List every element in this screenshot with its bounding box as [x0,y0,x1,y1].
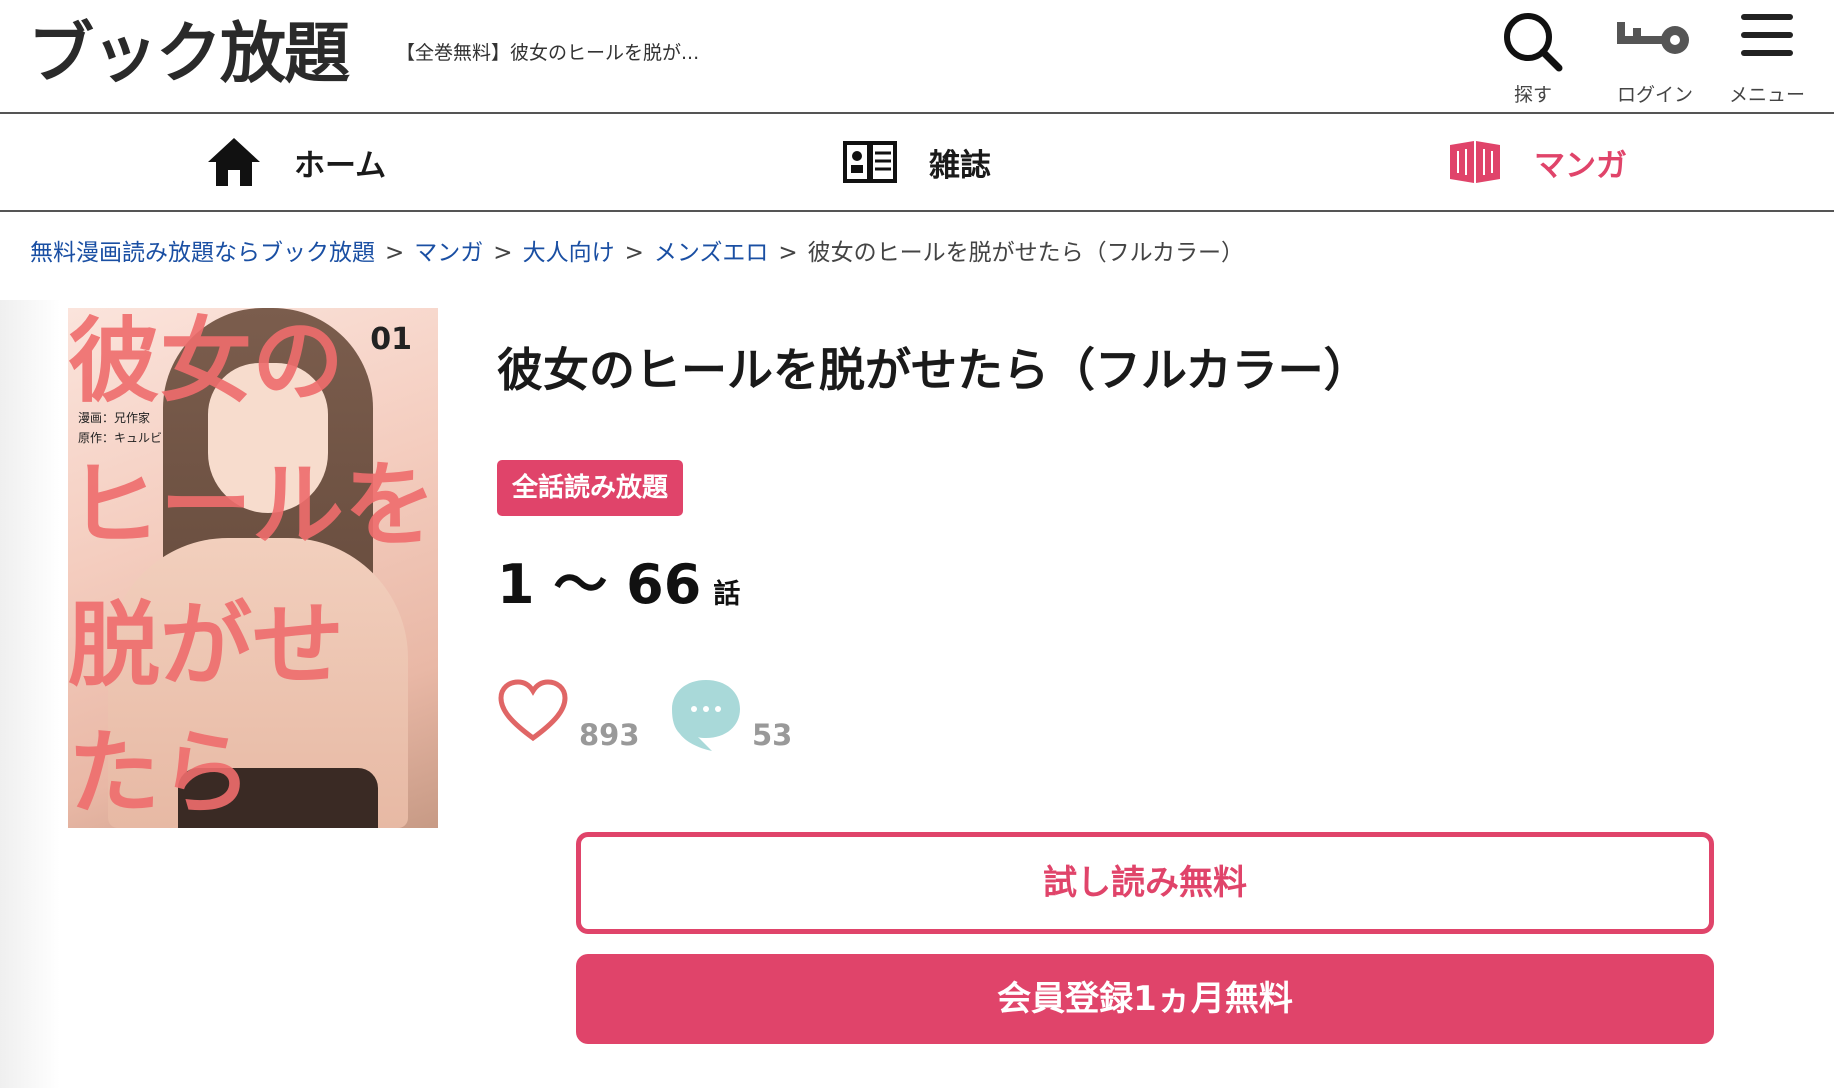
site-header: ブック放題 【全巻無料】彼女のヒールを脱が... 探す ログイン メニュー [0,0,1834,114]
episode-unit: 話 [713,579,741,610]
search-label: 探す [1513,84,1552,106]
login-button[interactable]: ログイン [1600,0,1710,110]
comment-count: 53 [752,718,793,752]
nav-home[interactable]: ホーム [206,114,386,210]
nav-home-label: ホーム [294,147,387,184]
menu-label: メニュー [1728,84,1805,106]
free-trial-button[interactable]: 試し読み無料 [576,832,1714,934]
comment-button[interactable]: 53 [668,676,808,756]
breadcrumb-separator: > [493,240,513,266]
breadcrumb-link-manga[interactable]: マンガ [414,240,483,266]
site-logo[interactable]: ブック放題 [28,14,350,94]
home-icon [208,138,260,186]
breadcrumb-current: 彼女のヒールを脱がせたら（フルカラー） [807,240,1244,266]
comment-bubble-icon [672,680,740,751]
menu-button[interactable]: メニュー [1712,0,1822,110]
cover-title-line: ヒールを [68,452,437,559]
cover-volume-number: 01 [370,322,412,357]
breadcrumb-separator: > [385,240,405,266]
breadcrumb-separator: > [778,240,798,266]
cover-credit-story: 原作：キュルビ [78,431,163,445]
book-title: 彼女のヒールを脱がせたら（フルカラー） [497,343,1370,397]
category-nav: ホーム 雑誌 マンガ [0,114,1834,212]
breadcrumb-separator: > [624,240,644,266]
breadcrumb-link-mens-ero[interactable]: メンズエロ [654,240,769,266]
unlimited-badge: 全話読み放題 [497,460,684,516]
episode-range-value: 1 〜 66 [497,553,702,616]
like-count: 893 [579,718,640,752]
breadcrumb-link-home[interactable]: 無料漫画読み放題ならブック放題 [30,240,375,266]
episode-range: 1 〜 66 話 [497,540,740,619]
signup-button[interactable]: 会員登録1ヵ月無料 [576,954,1714,1044]
manga-icon [1450,141,1500,183]
nav-manga[interactable]: マンガ [1448,114,1627,210]
page-title-truncated: 【全巻無料】彼女のヒールを脱が... [396,42,700,64]
cover-title-line: たら [68,720,253,827]
cover-title-line: 彼女の [68,308,345,415]
search-button[interactable]: 探す [1478,0,1588,110]
nav-magazine-label: 雑誌 [929,147,991,184]
breadcrumb-link-adult[interactable]: 大人向け [523,240,615,266]
login-label: ログイン [1616,84,1693,106]
magazine-icon [843,141,897,183]
hamburger-icon [1741,14,1793,56]
key-icon [1617,22,1689,54]
search-icon [1504,13,1563,72]
cover-credit-art: 漫画：兄作家 [78,411,151,425]
cover-title-line: 脱がせ [68,592,345,699]
page-shadow [0,300,60,1088]
like-button[interactable]: 893 [497,676,640,756]
nav-magazine[interactable]: 雑誌 [843,114,991,210]
heart-icon [498,679,568,742]
cover-credits: 漫画：兄作家 原作：キュルビ [78,408,162,448]
book-cover-image[interactable]: 彼女の ヒールを 脱がせ たら 01 漫画：兄作家 原作：キュルビ [68,308,438,828]
breadcrumb: 無料漫画読み放題ならブック放題 > マンガ > 大人向け > メンズエロ > 彼女のヒールを脱が… [30,233,1244,267]
nav-manga-label: マンガ [1534,147,1627,184]
